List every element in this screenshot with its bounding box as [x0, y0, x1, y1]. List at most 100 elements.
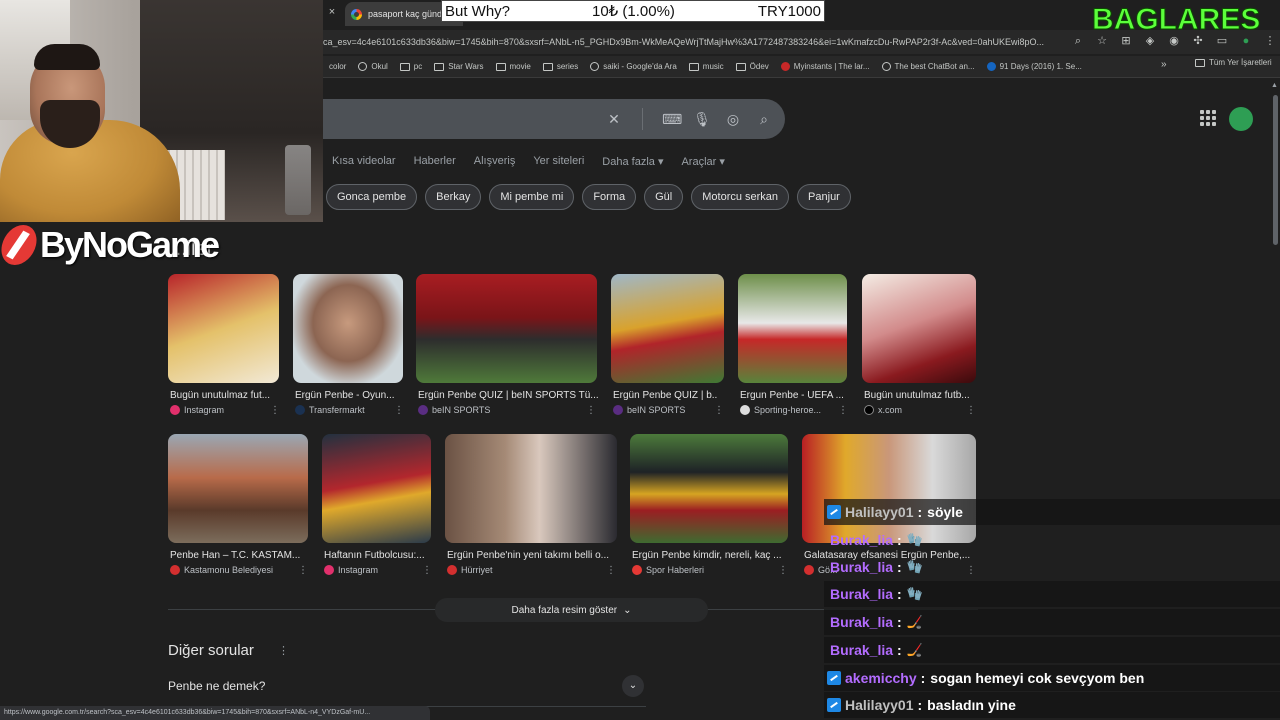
image-source[interactable]: Kastamonu Belediyesi [170, 565, 273, 575]
more-options-icon[interactable]: ⋮ [714, 405, 724, 416]
chip-gul[interactable]: Gül [644, 184, 684, 210]
chat-username: Burak_lia [830, 586, 894, 602]
image-caption[interactable]: Ergün Penbe QUIZ | b... [613, 390, 718, 401]
tab-more[interactable]: Daha fazla ▾ [602, 155, 663, 168]
bookmark-folder[interactable]: pc [394, 58, 428, 76]
image-source[interactable]: Instagram [170, 405, 224, 415]
image-result[interactable] [630, 434, 788, 543]
image-result[interactable] [416, 274, 597, 383]
tab-places[interactable]: Yer siteleri [533, 155, 584, 168]
image-result[interactable] [322, 434, 431, 543]
chat-separator: : [917, 504, 923, 520]
chat-message: Burak_lia : 🏒 [824, 609, 1280, 635]
image-caption[interactable]: Ergün Penbe QUIZ | beIN SPORTS Tü... [418, 390, 598, 401]
chat-message: akemicchy : sogan hemeyi cok sevçyom ben [824, 665, 1280, 691]
lens-icon[interactable]: ◎ [724, 110, 742, 128]
site-icon [780, 62, 790, 71]
image-result[interactable] [738, 274, 847, 383]
more-options-icon[interactable]: ⋮ [394, 405, 404, 416]
image-caption[interactable]: Bugün unutulmaz futb... [864, 390, 974, 401]
search-icon[interactable]: ⌕ [755, 110, 773, 128]
bookmarks-overflow-icon[interactable]: » [1161, 59, 1167, 70]
bookmark-item[interactable]: The best ChatBot an... [876, 58, 981, 76]
more-options-icon[interactable]: ⋮ [270, 405, 280, 416]
search-input[interactable]: ✕ ⌨ 🎙 ◎ ⌕ [323, 99, 785, 139]
scrollbar-thumb[interactable] [1273, 95, 1278, 245]
image-caption[interactable]: Ergün Penbe kimdir, nereli, kaç ... [632, 550, 786, 561]
bookmark-folder[interactable]: Ödev [730, 58, 775, 76]
image-result[interactable] [168, 274, 279, 383]
microphone-icon[interactable]: 🎙 [693, 110, 711, 128]
image-caption[interactable]: Bugün unutulmaz fut... [170, 390, 280, 401]
show-more-images-button[interactable]: Daha fazla resim göster ⌄ [435, 598, 708, 622]
bookmark-item[interactable]: Okul [352, 58, 393, 76]
keyboard-icon[interactable]: ⌨ [662, 110, 682, 128]
more-options-icon[interactable]: ⋮ [278, 644, 289, 657]
more-options-icon[interactable]: ⋮ [298, 565, 308, 576]
image-source[interactable]: Spor Haberleri [632, 565, 704, 575]
streamer-hair [34, 44, 100, 70]
link-status-bar: https://www.google.com.tr/search?sca_esv… [0, 706, 430, 720]
bein-sports-icon [418, 405, 428, 415]
bookmark-folder[interactable]: music [683, 58, 730, 76]
image-caption[interactable]: Haftanın Futbolcusu:... [324, 550, 430, 561]
scroll-up-icon[interactable]: ▲ [1271, 82, 1278, 89]
image-source[interactable]: Instagram [324, 565, 378, 575]
image-source[interactable]: Transfermarkt [295, 405, 365, 415]
bookmark-item[interactable]: Myinstants | The lar... [775, 58, 876, 76]
image-result[interactable] [168, 434, 308, 543]
zoom-icon[interactable]: ⌕ [1071, 34, 1085, 48]
chat-emote-icon: 🏒 [906, 642, 923, 657]
url-field[interactable]: ca_esv=4c4e6101c633db36&biw=1745&bih=870… [323, 33, 1063, 51]
clear-search-icon[interactable]: ✕ [605, 110, 623, 128]
bookmark-folder[interactable]: series [537, 58, 584, 76]
folder-icon [495, 62, 506, 71]
bookmark-item[interactable]: 91 Days (2016) 1. Se... [981, 58, 1088, 76]
chip-motorcu-serkan[interactable]: Motorcu serkan [691, 184, 790, 210]
close-tab-icon[interactable]: × [325, 5, 339, 19]
google-apps-icon[interactable] [1200, 110, 1216, 126]
image-caption[interactable]: Ergun Penbe - UEFA ... [740, 390, 848, 401]
bookmark-folder[interactable]: movie [490, 58, 537, 76]
image-caption[interactable]: Ergün Penbe'nin yeni takımı belli o... [447, 550, 615, 561]
account-avatar[interactable] [1229, 107, 1253, 131]
more-options-icon[interactable]: ⋮ [422, 565, 432, 576]
tab-shopping[interactable]: Alışveriş [474, 155, 516, 168]
bookmark-folder[interactable]: Star Wars [428, 58, 489, 76]
image-result[interactable] [293, 274, 403, 383]
tab-news[interactable]: Haberler [414, 155, 456, 168]
chevron-down-icon[interactable]: ⌄ [622, 675, 644, 697]
image-result[interactable] [611, 274, 724, 383]
image-caption[interactable]: Penbe Han – T.C. KASTAM... [170, 550, 305, 561]
more-options-icon[interactable]: ⋮ [966, 405, 976, 416]
image-caption[interactable]: Ergün Penbe - Oyun... [295, 390, 405, 401]
question-item[interactable]: Penbe ne demek? [168, 679, 265, 693]
more-options-icon[interactable]: ⋮ [778, 565, 788, 576]
all-bookmarks-button[interactable]: Tüm Yer İşaretleri [1195, 58, 1272, 67]
tab-tools[interactable]: Araçlar ▾ [681, 155, 724, 168]
chat-overlay: Halilayy01 : söyle Burak_lia : 🧤 Burak_l… [824, 498, 1280, 720]
chip-mi-pembe-mi[interactable]: Mi pembe mi [489, 184, 575, 210]
image-source[interactable]: Sporting-heroe... [740, 405, 821, 415]
tab-short-videos[interactable]: Kısa videolar [332, 155, 396, 168]
sporting-heroes-icon [740, 405, 750, 415]
more-options-icon[interactable]: ⋮ [606, 565, 616, 576]
chip-forma[interactable]: Forma [582, 184, 637, 210]
image-source[interactable]: beIN SPORTS [613, 405, 685, 415]
image-source[interactable]: x.com [864, 405, 902, 415]
more-options-icon[interactable]: ⋮ [586, 405, 596, 416]
chip-panjur[interactable]: Panjur [797, 184, 851, 210]
chat-separator: : [897, 586, 902, 602]
chip-gonca-pembe[interactable]: Gonca pembe [326, 184, 418, 210]
image-source[interactable]: beIN SPORTS [418, 405, 490, 415]
image-source[interactable]: Hürriyet [447, 565, 493, 575]
chat-message: Burak_lia : 🧤 [824, 527, 1280, 553]
image-result[interactable] [445, 434, 617, 543]
bookmark-item[interactable]: color [323, 58, 352, 76]
chip-berkay[interactable]: Berkay [425, 184, 482, 210]
search-nav-tabs: Kısa videolar Haberler Alışveriş Yer sit… [332, 155, 725, 168]
menu-icon[interactable]: ⋮ [1263, 34, 1277, 48]
more-options-icon[interactable]: ⋮ [838, 405, 848, 416]
bookmark-item[interactable]: saiki - Google'da Ara [584, 58, 683, 76]
image-result[interactable] [862, 274, 976, 383]
